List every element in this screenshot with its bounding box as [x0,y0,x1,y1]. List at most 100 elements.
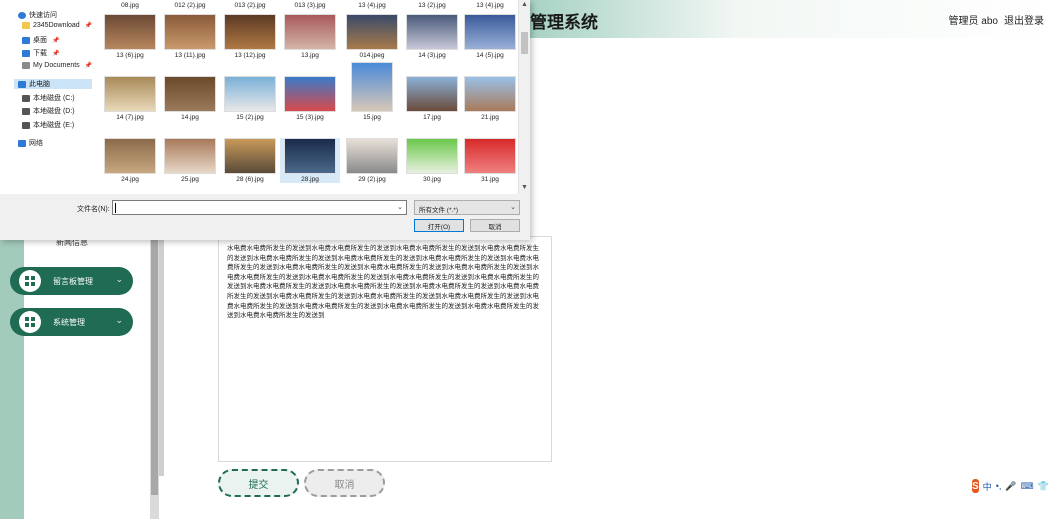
pin-icon: 📌 [52,50,60,57]
file-tile[interactable]: 17.jpg [402,76,462,121]
file-name-label[interactable]: 013 (2).jpg [220,2,280,9]
nav-tree-item[interactable]: My Documents 📌 [22,62,92,69]
chevron-down-icon[interactable]: ⌄ [397,203,403,211]
nav-tree-item[interactable]: 本地磁盘 (D:) [22,106,75,116]
file-name-label[interactable]: 13 (4).jpg [460,2,518,9]
file-tile[interactable]: 13 (12).jpg [220,14,280,59]
file-name-label: 14.jpg [181,114,199,121]
image-thumbnail [351,62,393,112]
folder-icon [22,22,30,29]
file-tile[interactable]: 13 (11).jpg [160,14,220,59]
image-thumbnail [284,14,336,50]
nav-tree-item[interactable]: 此电脑 [14,79,92,89]
dialog-cancel-button[interactable]: 取消 [470,219,520,232]
cancel-button[interactable]: 取消 [304,469,385,497]
ime-toolbar[interactable]: S 中 •, 🎤 ⌨ 👕 ▦ [968,476,1052,496]
file-tile[interactable]: 28 (6).jpg [220,138,280,183]
sogou-logo-icon[interactable]: S [972,479,979,493]
scroll-down-icon[interactable]: ▼ [521,184,528,191]
chevron-down-icon: ⌄ [115,315,123,325]
text-caret [115,203,116,213]
nav-tree-item[interactable]: 本地磁盘 (C:) [22,93,75,103]
nav-tree-label: 网络 [29,140,43,147]
file-name-label: 14 (7).jpg [116,114,144,121]
file-tile[interactable]: 14 (7).jpg [100,76,160,121]
file-tile[interactable]: 14.jpg [160,76,220,121]
image-thumbnail [224,138,276,174]
file-name-label[interactable]: 13 (4).jpg [342,2,402,9]
content-editor[interactable]: 水电费水电费所发生的发送到水电费水电费所发生的发送到水电费水电费所发生的发送到水… [218,236,552,462]
star-icon [18,11,26,19]
nav-tree-label: 2345Download [33,22,80,29]
nav-tree-item[interactable]: 快速访问 [18,10,57,20]
file-name-label: 17.jpg [423,114,441,121]
pin-icon: 📌 [52,37,60,44]
file-tile[interactable]: 21.jpg [460,76,518,121]
file-tile[interactable]: 014.jpeg [342,14,402,59]
grid-icon [19,311,41,333]
file-tile[interactable]: 31.jpg [460,138,518,183]
nav-tree-label: 本地磁盘 (D:) [33,108,75,115]
file-tile[interactable]: 28.jpg [280,138,340,183]
chevron-down-icon: ⌄ [510,204,516,211]
keyboard-icon[interactable]: ⌨ [1021,481,1034,492]
file-name-label[interactable]: 013 (3).jpg [280,2,340,9]
file-name-label[interactable]: 08.jpg [100,2,160,9]
app-title: 管理系统 [530,13,598,33]
image-thumbnail [164,76,216,112]
file-tile[interactable]: 24.jpg [100,138,160,183]
nav-tree-item[interactable]: 本地磁盘 (E:) [22,120,74,130]
nav-tree-item[interactable]: 网络 [18,138,43,148]
sidebar-item-system[interactable]: 系统管理 ⌄ [10,308,133,336]
file-name-label: 24.jpg [121,176,139,183]
microphone-icon[interactable]: 🎤 [1005,481,1016,492]
chevron-down-icon: ⌄ [115,274,123,284]
punctuation-icon[interactable]: •, [996,481,1002,491]
file-tile[interactable]: 13 (6).jpg [100,14,160,59]
scroll-up-icon[interactable]: ▲ [521,1,528,8]
file-name-label: 15 (3).jpg [296,114,324,121]
file-name-label: 014.jpeg [359,52,385,59]
dialog-vertical-scrollbar[interactable]: ▲ ▼ [518,0,530,194]
sidebar-item-messageboard[interactable]: 留言板管理 ⌄ [10,267,133,295]
image-thumbnail [346,138,398,174]
file-tile[interactable]: 15 (2).jpg [220,76,280,121]
file-name-label: 21.jpg [481,114,499,121]
image-thumbnail [464,76,516,112]
file-tile[interactable]: 25.jpg [160,138,220,183]
submit-button[interactable]: 提交 [218,469,299,497]
nav-tree-item[interactable]: 下载 📌 [22,48,59,58]
scrollbar-thumb[interactable] [521,32,528,54]
file-tile[interactable]: 15.jpg [342,62,402,121]
divider [159,236,164,476]
computer-icon [18,80,26,88]
image-thumbnail [104,14,156,50]
file-name-label: 13.jpg [301,52,319,59]
logout-link[interactable]: 退出登录 [1004,12,1044,27]
file-tile[interactable]: 15 (3).jpg [280,76,340,121]
file-tile[interactable]: 30.jpg [402,138,462,183]
file-name-label[interactable]: 012 (2).jpg [160,2,220,9]
open-button[interactable]: 打开(O) [414,219,464,232]
filename-input[interactable]: ⌄ [112,200,407,215]
skin-icon[interactable]: 👕 [1038,481,1049,492]
file-open-dialog: 快速访问 2345Download 📌 桌面 📌 下载 📌 My Documents 📌 此电脑本… [0,0,530,240]
dialog-file-grid: 08.jpg 012 (2).jpg 013 (2).jpg 013 (3).jpg 1… [96,0,518,194]
file-tile[interactable]: 14 (5).jpg [460,14,518,59]
filetype-select[interactable]: 所有文件 (*.*) ⌄ [414,200,520,215]
nav-tree-item[interactable]: 桌面 📌 [22,35,59,45]
editor-content[interactable]: 水电费水电费所发生的发送到水电费水电费所发生的发送到水电费水电费所发生的发送到水… [219,237,551,328]
file-tile[interactable]: 14 (3).jpg [402,14,462,59]
ime-lang-toggle[interactable]: 中 [983,480,992,493]
file-name-label[interactable]: 13 (2).jpg [402,2,462,9]
image-thumbnail [284,76,336,112]
nav-tree-item[interactable]: 2345Download 📌 [22,22,92,29]
image-thumbnail [104,76,156,112]
dialog-bottom-bar: 文件名(N): ⌄ 所有文件 (*.*) ⌄ 打开(O) 取消 [0,194,530,240]
network-icon [18,139,26,147]
nav-tree-label: 下载 [33,50,47,57]
file-name-label: 13 (12).jpg [234,52,266,59]
file-tile[interactable]: 29 (2).jpg [342,138,402,183]
file-tile[interactable]: 13.jpg [280,14,340,59]
image-thumbnail [464,138,516,174]
